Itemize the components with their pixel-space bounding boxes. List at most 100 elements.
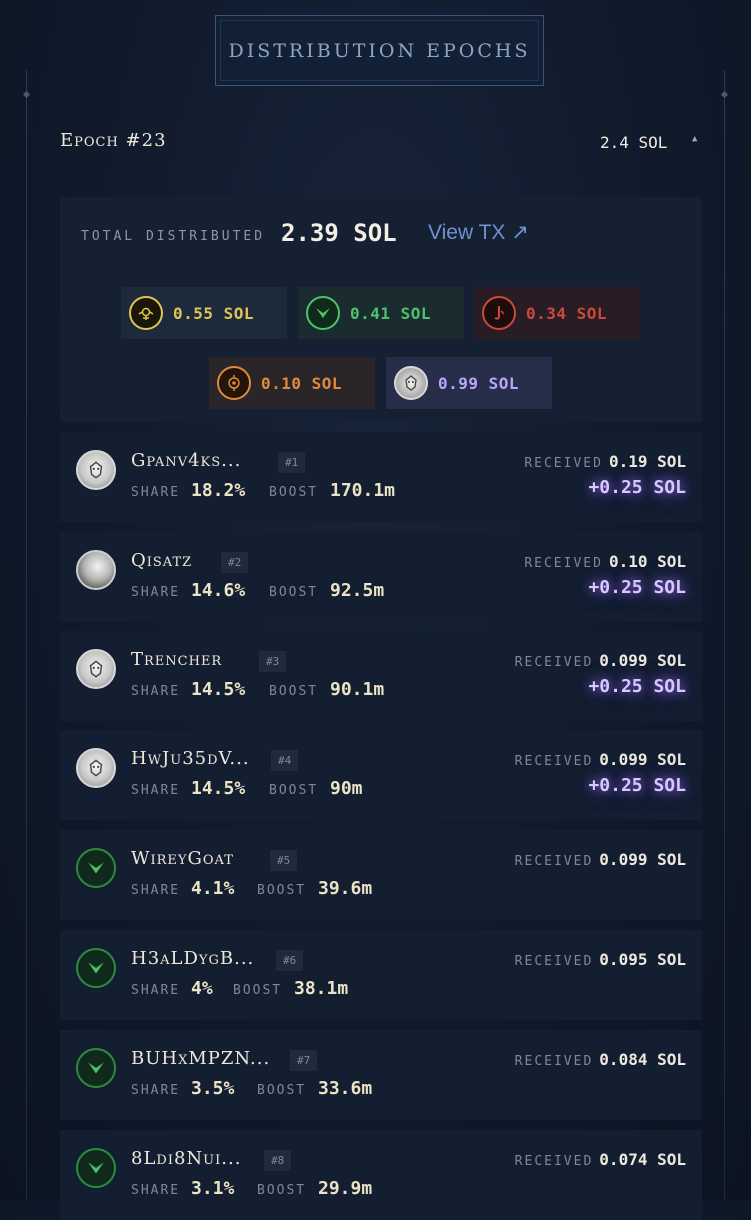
list-item[interactable]: Trencher #3 SHARE 14.5% BOOST 90.1m RECE…	[60, 631, 702, 721]
received-value: 0.084 SOL	[599, 1050, 686, 1069]
boost-label: BOOST	[257, 883, 307, 898]
boost-label: BOOST	[233, 983, 283, 998]
bonus-amount: +0.25 SOL	[588, 775, 686, 796]
faction-chip-gold: 0.55 SOL	[121, 287, 287, 339]
epoch-title[interactable]: Epoch #23	[60, 130, 167, 151]
share-label: SHARE	[131, 983, 181, 998]
boost-value: 170.1m	[330, 480, 396, 501]
received-label: RECEIVED	[524, 556, 603, 571]
avatar	[76, 948, 116, 988]
share-value: 4.1%	[191, 878, 235, 899]
boost-label: BOOST	[269, 783, 319, 798]
section-title: DISTRIBUTION EPOCHS	[228, 39, 531, 62]
chevron-up-icon[interactable]: ▲	[692, 134, 697, 144]
boost-label: BOOST	[257, 1183, 307, 1198]
red-hook-faction-icon	[482, 296, 516, 330]
received-amount: RECEIVED 0.099 SOL	[515, 850, 686, 869]
rank-badge: #5	[270, 850, 298, 871]
rank-badge: #8	[264, 1150, 292, 1171]
received-label: RECEIVED	[514, 954, 594, 969]
user-name[interactable]: WireyGoat	[131, 848, 234, 869]
boost-label: BOOST	[269, 684, 319, 699]
list-item[interactable]: 8Ldi8Nui... #8 SHARE 3.1% BOOST 29.9m RE…	[60, 1130, 702, 1220]
avatar	[76, 1148, 116, 1188]
white-lion-faction-icon	[394, 366, 428, 400]
received-label: RECEIVED	[524, 456, 603, 471]
share-label: SHARE	[131, 1083, 181, 1098]
share-label: SHARE	[131, 1183, 181, 1198]
share-value: 14.5%	[191, 778, 246, 799]
total-distributed-value: 2.39 SOL	[281, 219, 397, 247]
bonus-amount: +0.25 SOL	[588, 577, 686, 598]
user-name[interactable]: Qisatz	[131, 550, 192, 571]
list-item[interactable]: HwJu35dV... #4 SHARE 14.5% BOOST 90m REC…	[60, 730, 702, 820]
received-value: 0.099 SOL	[599, 850, 686, 869]
received-amount: RECEIVED 0.099 SOL	[515, 651, 686, 670]
faction-value-red: 0.34 SOL	[526, 303, 608, 323]
right-frame-line	[724, 70, 725, 1200]
received-amount: RECEIVED 0.074 SOL	[515, 1150, 686, 1169]
rank-badge: #4	[271, 750, 299, 771]
list-item[interactable]: WireyGoat #5 SHARE 4.1% BOOST 39.6m RECE…	[60, 830, 702, 920]
share-value: 4%	[191, 978, 213, 999]
list-item[interactable]: Qisatz #2 SHARE 14.6% BOOST 92.5m RECEIV…	[60, 532, 702, 622]
received-amount: RECEIVED 0.10 SOL	[524, 552, 686, 571]
rank-badge: #1	[278, 452, 306, 473]
share-label: SHARE	[131, 684, 181, 699]
received-label: RECEIVED	[514, 1154, 594, 1169]
boost-label: BOOST	[269, 485, 319, 500]
received-value: 0.19 SOL	[608, 452, 686, 471]
boost-value: 29.9m	[318, 1178, 373, 1199]
rank-badge: #2	[221, 552, 249, 573]
rank-badge: #3	[259, 651, 287, 672]
avatar	[76, 748, 116, 788]
user-name[interactable]: H3aLDygB...	[131, 948, 254, 969]
list-item[interactable]: Gpanv4ks... #1 SHARE 18.2% BOOST 170.1m …	[60, 432, 702, 522]
share-label: SHARE	[131, 485, 181, 500]
list-item[interactable]: BUHxMPZN... #7 SHARE 3.5% BOOST 33.6m RE…	[60, 1030, 702, 1120]
boost-value: 92.5m	[330, 580, 385, 601]
view-tx-link[interactable]: View TX ↗	[428, 220, 529, 245]
section-header: DISTRIBUTION EPOCHS	[215, 15, 544, 86]
received-value: 0.074 SOL	[599, 1150, 686, 1169]
received-amount: RECEIVED 0.099 SOL	[515, 750, 686, 769]
avatar	[76, 1048, 116, 1088]
received-label: RECEIVED	[514, 655, 594, 670]
user-name[interactable]: 8Ldi8Nui...	[131, 1148, 241, 1169]
bonus-amount: +0.25 SOL	[588, 477, 686, 498]
avatar	[76, 450, 116, 490]
received-value: 0.099 SOL	[599, 750, 686, 769]
received-amount: RECEIVED 0.095 SOL	[515, 950, 686, 969]
user-name[interactable]: Trencher	[131, 649, 222, 670]
boost-value: 33.6m	[318, 1078, 373, 1099]
share-label: SHARE	[131, 783, 181, 798]
user-name[interactable]: BUHxMPZN...	[131, 1048, 270, 1069]
faction-chip-red: 0.34 SOL	[474, 287, 640, 339]
faction-chip-white: 0.99 SOL	[386, 357, 552, 409]
bonus-amount: +0.25 SOL	[588, 676, 686, 697]
faction-value-gold: 0.55 SOL	[173, 303, 255, 323]
faction-chip-orange: 0.10 SOL	[209, 357, 375, 409]
share-label: SHARE	[131, 585, 181, 600]
faction-chip-green: 0.41 SOL	[298, 287, 464, 339]
received-label: RECEIVED	[514, 754, 594, 769]
left-frame-line	[26, 70, 27, 1200]
boost-value: 39.6m	[318, 878, 373, 899]
epoch-amount[interactable]: 2.4 SOL	[600, 133, 667, 152]
boost-label: BOOST	[257, 1083, 307, 1098]
avatar	[76, 848, 116, 888]
rank-badge: #6	[276, 950, 304, 971]
user-name[interactable]: Gpanv4ks...	[131, 450, 241, 471]
received-value: 0.10 SOL	[608, 552, 686, 571]
green-chevron-faction-icon	[306, 296, 340, 330]
received-value: 0.095 SOL	[599, 950, 686, 969]
user-name[interactable]: HwJu35dV...	[131, 748, 250, 769]
faction-value-green: 0.41 SOL	[350, 303, 432, 323]
share-value: 14.5%	[191, 679, 246, 700]
rank-badge: #7	[290, 1050, 318, 1071]
share-value: 3.1%	[191, 1178, 235, 1199]
avatar	[76, 550, 116, 590]
boost-value: 90.1m	[330, 679, 385, 700]
list-item[interactable]: H3aLDygB... #6 SHARE 4% BOOST 38.1m RECE…	[60, 930, 702, 1020]
received-label: RECEIVED	[514, 1054, 594, 1069]
